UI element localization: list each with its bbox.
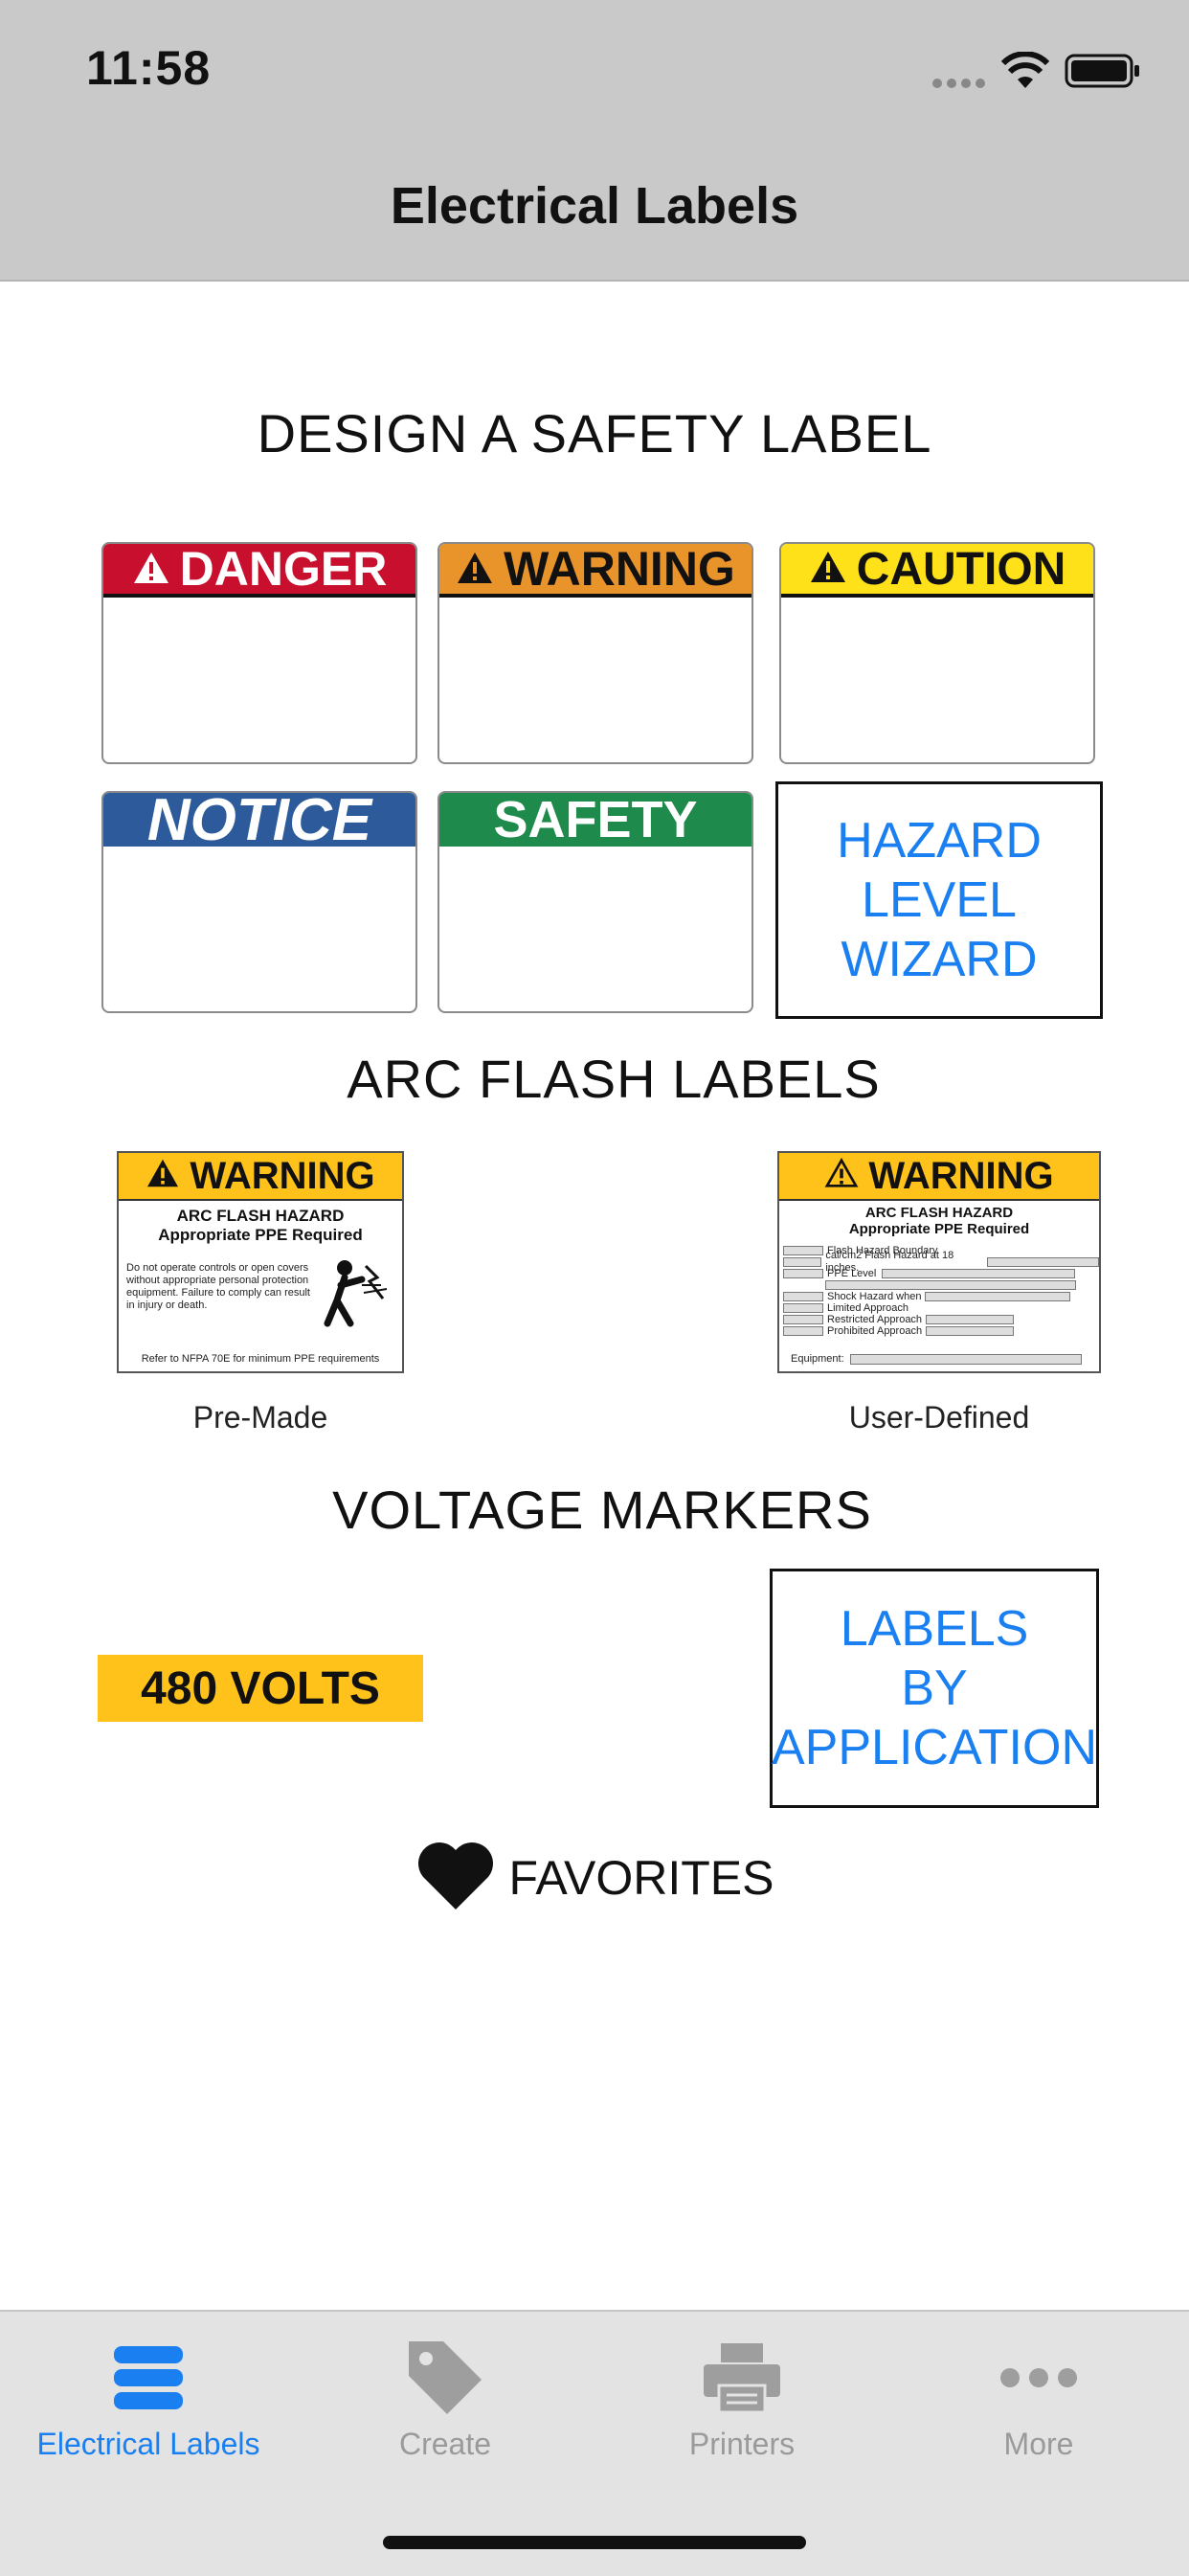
arc-premade-footer: Refer to NFPA 70E for minimum PPE requir… [141, 1353, 380, 1365]
warning-triangle-icon [132, 544, 170, 597]
danger-label-template[interactable]: DANGER [101, 542, 417, 764]
wizard-line-2: LEVEL [862, 872, 1017, 928]
server-stack-icon [112, 2335, 185, 2421]
arc-field-label: PPE Level [827, 1267, 877, 1279]
notice-header: NOTICE [103, 793, 415, 853]
home-indicator [383, 2536, 806, 2549]
danger-text: DANGER [179, 542, 388, 596]
voltage-marker-480-button[interactable]: 480 VOLTS [98, 1655, 423, 1722]
warning-triangle-icon [809, 544, 847, 596]
arc-userdef-sub1: ARC FLASH HAZARD [864, 1205, 1014, 1221]
wizard-line-1: HAZARD [837, 813, 1042, 869]
hazard-level-wizard-button[interactable]: HAZARD LEVEL WIZARD [775, 781, 1103, 1019]
safety-header: SAFETY [439, 793, 752, 848]
page-title: Electrical Labels [390, 177, 799, 235]
tab-electrical-labels[interactable]: Electrical Labels [0, 2312, 297, 2484]
wifi-icon [1000, 51, 1050, 95]
arc-premade-body: Do not operate controls or open covers w… [126, 1262, 310, 1311]
arc-premade-header: WARNING [119, 1153, 402, 1201]
caution-label-template[interactable]: CAUTION [779, 542, 1095, 764]
tab-label: Create [398, 2427, 492, 2461]
arc-equipment-row: Equipment: [791, 1353, 1082, 1366]
tab-label: Printers [688, 2427, 796, 2461]
caution-text: CAUTION [856, 543, 1066, 595]
section-title-voltage: VOLTAGE MARKERS [332, 1480, 872, 1540]
labels-by-application-button[interactable]: LABELS BY APPLICATION [770, 1569, 1099, 1808]
arc-userdef-sub2: Appropriate PPE Required [848, 1221, 1030, 1237]
notice-label-template[interactable]: NOTICE [101, 791, 417, 1013]
wizard-line-3: WIZARD [841, 932, 1038, 987]
danger-header: DANGER [103, 544, 415, 598]
tag-icon [405, 2335, 485, 2421]
arc-userdef-header-text: WARNING [868, 1154, 1054, 1197]
ellipsis-icon [998, 2335, 1079, 2421]
printer-icon [702, 2335, 782, 2421]
arc-flash-premade-card[interactable]: WARNING ARC FLASH HAZARD Appropriate PPE… [117, 1151, 404, 1373]
battery-icon [1065, 54, 1141, 93]
arc-userdef-caption: User-Defined [848, 1400, 1030, 1435]
arc-premade-sub2: Appropriate PPE Required [158, 1226, 363, 1244]
favorites-button[interactable]: FAVORITES [0, 1839, 1189, 1916]
electric-shock-icon [324, 1256, 391, 1338]
arc-equipment-label: Equipment: [791, 1353, 844, 1365]
by-application-line-3: APPLICATION [772, 1720, 1098, 1775]
safety-label-template[interactable]: SAFETY [437, 791, 753, 1013]
heart-icon [415, 1839, 496, 1916]
arc-premade-header-text: WARNING [190, 1154, 375, 1197]
by-application-line-1: LABELS [840, 1601, 1029, 1657]
status-time: 11:58 [86, 41, 212, 95]
arc-userdef-header: WARNING [779, 1153, 1099, 1201]
arc-userdef-fields: Flash Hazard Boundary cal/cm2 Flash Haza… [783, 1245, 1099, 1337]
favorites-label: FAVORITES [508, 1850, 774, 1905]
warning-triangle-icon [456, 544, 494, 597]
arc-flash-user-defined-card[interactable]: WARNING ARC FLASH HAZARD Appropriate PPE… [777, 1151, 1101, 1373]
warning-label-template[interactable]: WARNING [437, 542, 753, 764]
warning-triangle-outline-icon [824, 1155, 859, 1198]
warning-header: WARNING [439, 544, 752, 598]
caution-header: CAUTION [781, 544, 1093, 598]
warning-triangle-icon [146, 1155, 180, 1198]
tab-printers[interactable]: Printers [594, 2312, 890, 2484]
tab-label: Electrical Labels [36, 2427, 260, 2461]
tab-more[interactable]: More [890, 2312, 1187, 2484]
arc-premade-sub1: ARC FLASH HAZARD [176, 1207, 345, 1225]
section-title-arc-flash: ARC FLASH LABELS [347, 1049, 881, 1109]
tab-create[interactable]: Create [297, 2312, 594, 2484]
arc-field-label: Prohibited Approach [827, 1324, 923, 1337]
warning-text: WARNING [504, 542, 735, 596]
arc-premade-caption: Pre-Made [192, 1400, 328, 1435]
by-application-line-2: BY [901, 1661, 968, 1716]
section-title-design: DESIGN A SAFETY LABEL [257, 403, 932, 463]
cellular-signal-icon [931, 77, 988, 95]
tab-label: More [1003, 2427, 1074, 2461]
